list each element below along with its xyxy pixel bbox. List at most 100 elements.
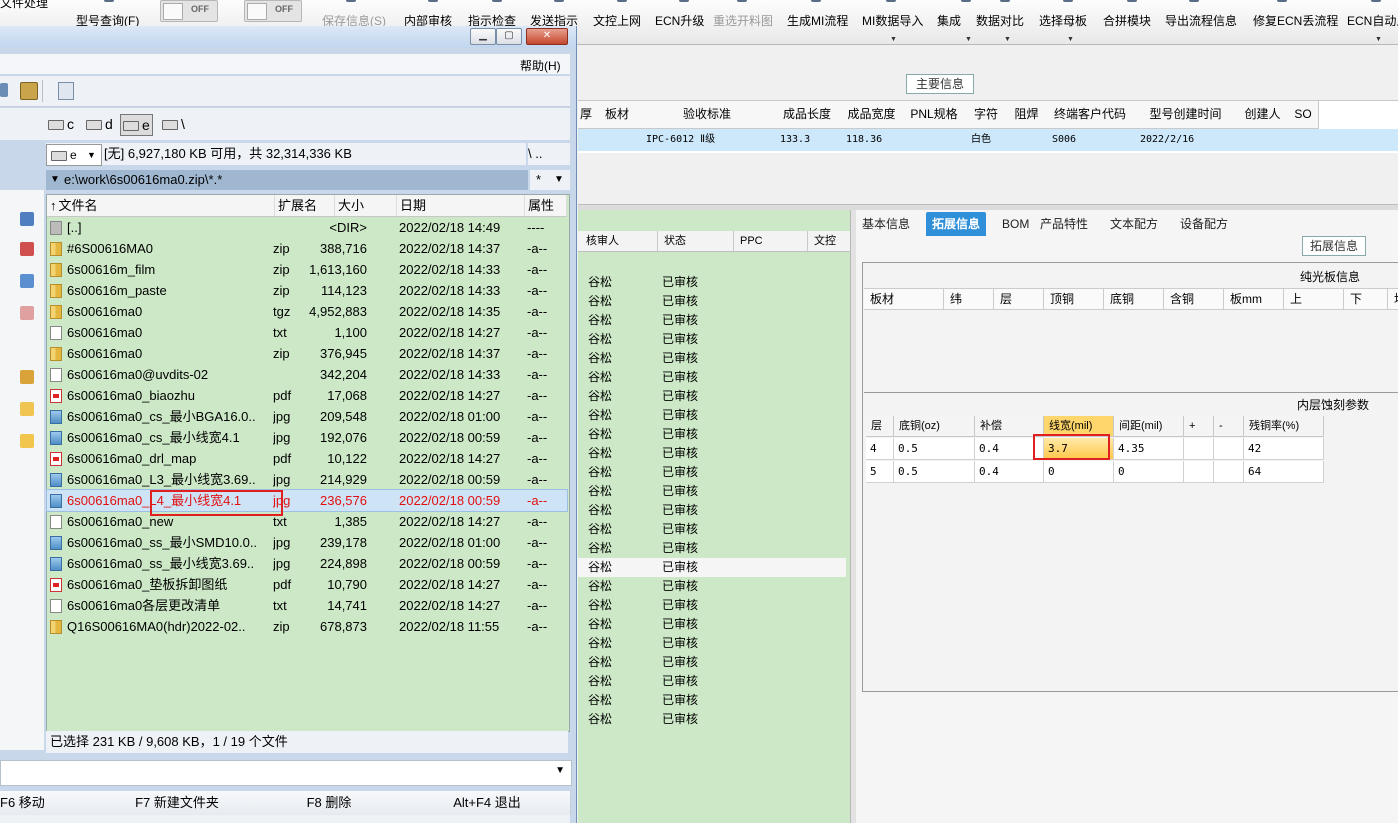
review-row[interactable]: 谷松 已审核 xyxy=(578,539,846,558)
inner-etch-cell[interactable]: 4 xyxy=(866,438,894,460)
gift-icon[interactable] xyxy=(20,370,34,384)
grid-column-header[interactable]: 型号创建时间 xyxy=(1134,101,1238,129)
toolbar-icon[interactable] xyxy=(0,83,8,97)
inner-etch-cell[interactable]: 42 xyxy=(1244,438,1324,460)
drive-select[interactable]: e ▼ xyxy=(46,144,102,166)
file-row[interactable]: 6s00616ma0@uvdits-02 342,204 2022/02/18 14… xyxy=(47,364,567,385)
review-column-header[interactable]: 核审人 xyxy=(580,231,658,251)
file-row[interactable]: 6s00616ma0 tgz 4,952,883 2022/02/18 14:35 -a… xyxy=(47,301,567,322)
inner-etch-cell[interactable] xyxy=(1184,438,1214,460)
copy-icon[interactable] xyxy=(20,274,34,288)
inner-etch-cell[interactable]: 0 xyxy=(1114,461,1184,483)
drive-button-3[interactable]: \ xyxy=(162,114,185,134)
path-bar[interactable]: ▼ e:\work\6s00616ma0.zip\*.* xyxy=(46,170,528,190)
function-key-button[interactable]: F7 新建文件夹 xyxy=(100,791,255,815)
minimize-button[interactable]: ▁ xyxy=(470,28,496,45)
file-row[interactable]: 6s00616ma0_new txt 1,385 2022/02/18 14:27 -a… xyxy=(47,511,567,532)
review-row[interactable]: 谷松 已审核 xyxy=(578,406,846,425)
grid-column-header[interactable]: PNL规格 xyxy=(903,101,966,129)
file-row[interactable]: 6s00616ma0_biaozhu pdf 17,068 2022/02/18 14… xyxy=(47,385,567,406)
review-row[interactable]: 谷松 已审核 xyxy=(578,387,846,406)
grid-column-header[interactable]: 成品长度 xyxy=(774,101,841,129)
review-row[interactable]: 谷松 已审核 xyxy=(578,482,846,501)
function-key-button[interactable]: Alt+F4 退出 xyxy=(404,791,571,815)
file-list-column-1[interactable]: 扩展名 xyxy=(275,195,335,216)
compare-icon[interactable] xyxy=(20,242,34,256)
inner-etch-column[interactable]: - xyxy=(1214,416,1244,437)
inner-etch-cell[interactable]: 64 xyxy=(1244,461,1324,483)
inner-etch-column[interactable]: + xyxy=(1184,416,1214,437)
review-row[interactable]: 谷松 已审核 xyxy=(578,577,846,596)
review-row[interactable]: 谷松 已审核 xyxy=(578,330,846,349)
file-row[interactable]: 6s00616ma0_drl_map pdf 10,122 2022/02/18 14… xyxy=(47,448,567,469)
tab-0[interactable]: 基本信息 xyxy=(856,212,916,236)
menu-help[interactable]: 帮助(H) xyxy=(520,57,561,74)
review-row[interactable]: 谷松 已审核 xyxy=(578,615,846,634)
main-info-row[interactable]: IPC-6012 Ⅱ级 133.3 118.36 白色 S006 2022/2/16 xyxy=(578,129,1398,151)
file-row[interactable]: 6s00616m_film zip 1,613,160 2022/02/18 14:3… xyxy=(47,259,567,280)
review-row[interactable]: 谷松 已审核 xyxy=(578,463,846,482)
review-row[interactable]: 谷松 已审核 xyxy=(578,653,846,672)
tab-5[interactable]: 设备配方 xyxy=(1174,212,1234,236)
review-column-header[interactable]: 状态 xyxy=(658,231,734,251)
filter-field[interactable]: * ▼ xyxy=(530,170,570,190)
search-icon[interactable] xyxy=(20,212,34,226)
file-row[interactable]: 6s00616ma0 txt 1,100 2022/02/18 14:27 -a-- xyxy=(47,322,567,343)
toggle-switch[interactable]: OFF xyxy=(160,0,218,22)
chevron-down-icon[interactable]: ▼ xyxy=(1004,36,1011,43)
grid-column-header[interactable]: 板材 xyxy=(594,101,641,129)
new-folder-icon[interactable] xyxy=(20,402,34,416)
chevron-down-icon[interactable]: ▼ xyxy=(890,36,897,43)
review-row[interactable]: 谷松 已审核 xyxy=(578,311,846,330)
review-column-header[interactable]: PPC xyxy=(734,231,808,251)
inner-etch-cell[interactable] xyxy=(1214,461,1244,483)
review-row[interactable]: 谷松 已审核 xyxy=(578,596,846,615)
move-icon[interactable] xyxy=(20,306,34,320)
folder-icon[interactable] xyxy=(20,434,34,448)
function-key-button[interactable]: F6 移动 xyxy=(0,791,101,815)
file-row[interactable]: 6s00616ma0_cs_最小BGA16.0.. jpg 209,548 2022/… xyxy=(47,406,567,427)
file-list-column-0[interactable]: ↑ 文件名 xyxy=(47,195,275,216)
review-row[interactable]: 谷松 已审核 xyxy=(578,558,846,577)
function-key-button[interactable]: F8 删除 xyxy=(254,791,405,815)
file-list-column-2[interactable]: 大小 xyxy=(335,195,397,216)
review-row[interactable]: 谷松 已审核 xyxy=(578,425,846,444)
inner-etch-column[interactable]: 层 xyxy=(866,416,894,437)
pack-icon[interactable] xyxy=(20,82,38,100)
tab-2[interactable]: BOM xyxy=(996,212,1035,236)
close-button[interactable]: ✕ xyxy=(526,28,568,45)
file-row[interactable]: 6s00616ma0_cs_最小线宽4.1 jpg 192,076 2022/02/1… xyxy=(47,427,567,448)
review-row[interactable]: 谷松 已审核 xyxy=(578,444,846,463)
file-list-column-4[interactable]: 属性 xyxy=(525,195,567,216)
notepad-icon[interactable] xyxy=(58,82,74,100)
file-row[interactable]: 6s00616ma0各层更改清单 txt 14,741 2022/02/18 14:2… xyxy=(47,595,567,616)
inner-etch-column[interactable]: 间距(mil) xyxy=(1114,416,1184,437)
grid-column-header[interactable]: 创建人 xyxy=(1237,101,1289,129)
file-row[interactable]: 6s00616ma0 zip 376,945 2022/02/18 14:37 -a-- xyxy=(47,343,567,364)
grid-column-header[interactable]: 成品宽度 xyxy=(840,101,904,129)
chevron-down-icon[interactable]: ▼ xyxy=(554,170,564,190)
inner-etch-cell[interactable]: 0 xyxy=(1044,461,1114,483)
maximize-button[interactable]: ▢ xyxy=(496,28,522,45)
inner-etch-cell[interactable]: 5 xyxy=(866,461,894,483)
inner-etch-cell[interactable] xyxy=(1214,438,1244,460)
command-line[interactable]: ▼ xyxy=(0,760,572,786)
chevron-down-icon[interactable]: ▼ xyxy=(1067,36,1074,43)
chevron-down-icon[interactable]: ▼ xyxy=(965,36,972,43)
chevron-down-icon[interactable]: ▼ xyxy=(555,765,565,776)
inner-etch-column[interactable]: 残铜率(%) xyxy=(1244,416,1324,437)
chevron-down-icon[interactable]: ▼ xyxy=(1375,36,1382,43)
tab-4[interactable]: 文本配方 xyxy=(1104,212,1164,236)
inner-etch-cell[interactable]: 0.4 xyxy=(975,461,1044,483)
file-row[interactable]: 6s00616ma0_ss_最小SMD10.0.. jpg 239,178 2022/… xyxy=(47,532,567,553)
grid-column-header[interactable]: 验收标准 xyxy=(640,101,775,129)
inner-etch-cell[interactable]: 0.5 xyxy=(894,438,975,460)
inner-etch-cell[interactable]: 0.5 xyxy=(894,461,975,483)
tab-1[interactable]: 拓展信息 xyxy=(926,212,987,236)
review-row[interactable]: 谷松 已审核 xyxy=(578,691,846,710)
grid-column-header[interactable]: 厚 xyxy=(578,101,595,129)
inner-etch-cell[interactable]: 4.35 xyxy=(1114,438,1184,460)
grid-column-header[interactable]: 终端客户代码 xyxy=(1046,101,1135,129)
review-row[interactable]: 谷松 已审核 xyxy=(578,672,846,691)
file-row[interactable]: 6s00616ma0_L4_最小线宽4.1 jpg 236,576 2022/02/1… xyxy=(46,489,568,512)
